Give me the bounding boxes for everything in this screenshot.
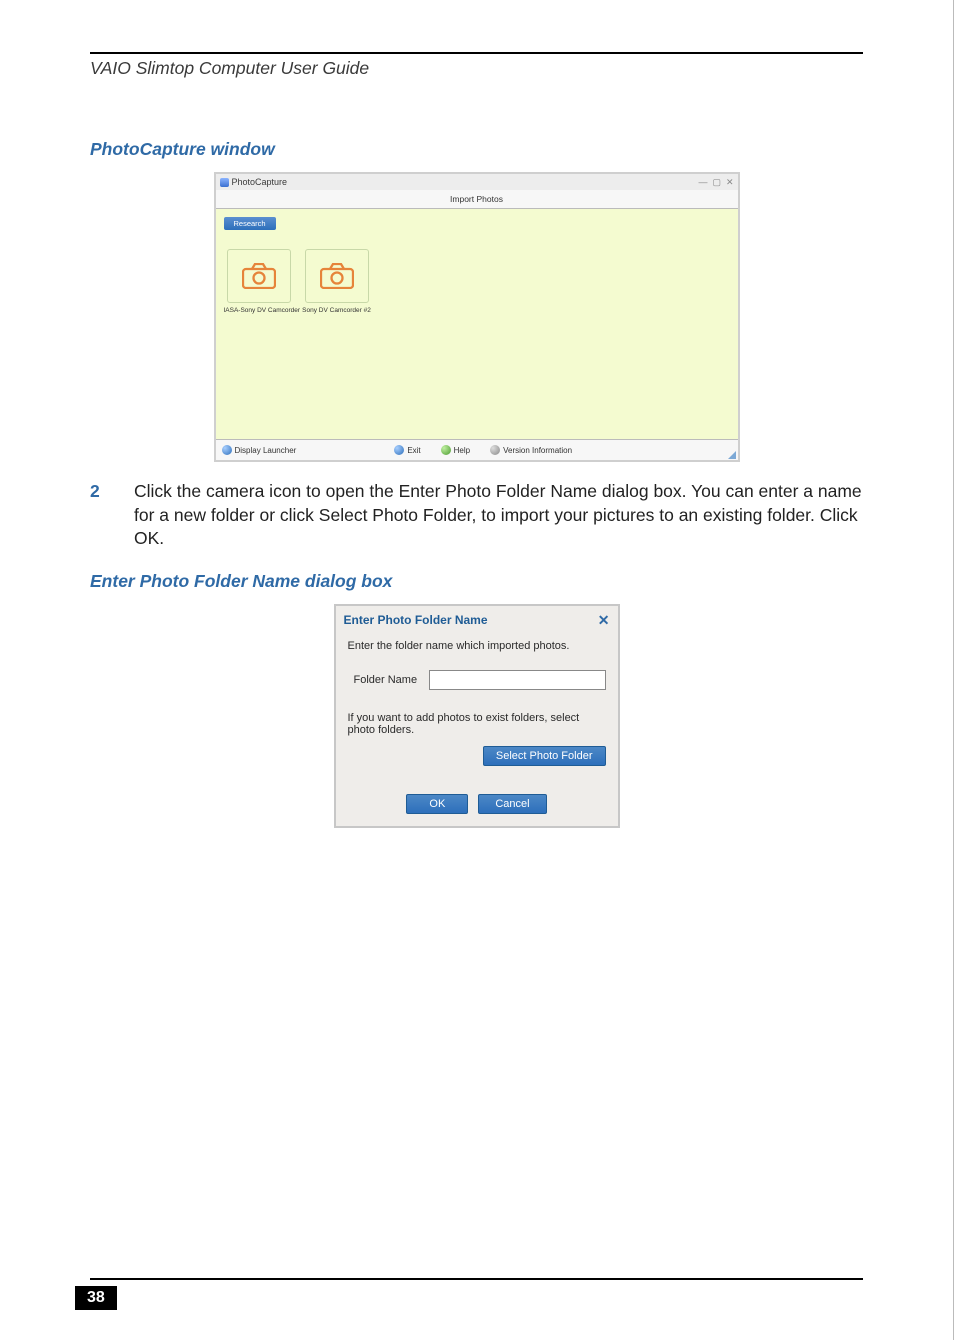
camera-1-label: IASA-Sony DV Camcorder [224,307,294,314]
ok-button[interactable]: OK [406,794,468,814]
heading-photocapture-window: PhotoCapture window [90,139,863,160]
dialog-title: Enter Photo Folder Name [344,613,488,627]
camera-icon [320,263,354,289]
camera-device-2[interactable]: Sony DV Camcorder #2 [302,249,372,314]
page-number: 38 [75,1286,117,1310]
running-head: VAIO Slimtop Computer User Guide [90,58,863,79]
folder-name-label: Folder Name [354,674,418,686]
cancel-button[interactable]: Cancel [478,794,546,814]
camera-device-1[interactable]: IASA-Sony DV Camcorder [224,249,294,314]
enter-photo-folder-dialog: Enter Photo Folder Name ✕ Enter the fold… [334,604,620,828]
close-icon[interactable]: ✕ [726,177,734,188]
window-title: PhotoCapture [232,177,288,187]
exit-icon [394,445,404,455]
dialog-existing-text: If you want to add photos to exist folde… [348,712,606,736]
minimize-icon[interactable]: — [698,177,707,188]
maximize-icon[interactable]: ▢ [712,177,721,188]
folder-name-input[interactable] [429,670,605,690]
window-title-bar: PhotoCapture — ▢ ✕ [216,174,738,190]
display-launcher-button[interactable]: Display Launcher [222,445,297,455]
research-button[interactable]: Research [224,217,276,230]
step-number: 2 [90,480,134,551]
resize-grip-icon[interactable] [728,451,736,459]
help-icon [441,445,451,455]
import-photos-tab[interactable]: Import Photos [216,190,738,209]
step-text: Click the camera icon to open the Enter … [134,480,863,551]
select-photo-folder-button[interactable]: Select Photo Folder [483,746,606,766]
heading-dialog: Enter Photo Folder Name dialog box [90,571,863,592]
photocapture-window: PhotoCapture — ▢ ✕ Import Photos Researc… [214,172,740,462]
launcher-icon [222,445,232,455]
help-button[interactable]: Help [441,445,470,455]
dialog-instruction: Enter the folder name which imported pho… [348,640,606,652]
exit-button[interactable]: Exit [394,445,420,455]
camera-2-label: Sony DV Camcorder #2 [302,307,372,314]
close-icon[interactable]: ✕ [598,612,610,629]
app-icon [220,178,229,187]
camera-icon [242,263,276,289]
info-icon [490,445,500,455]
version-info-button[interactable]: Version Information [490,445,572,455]
